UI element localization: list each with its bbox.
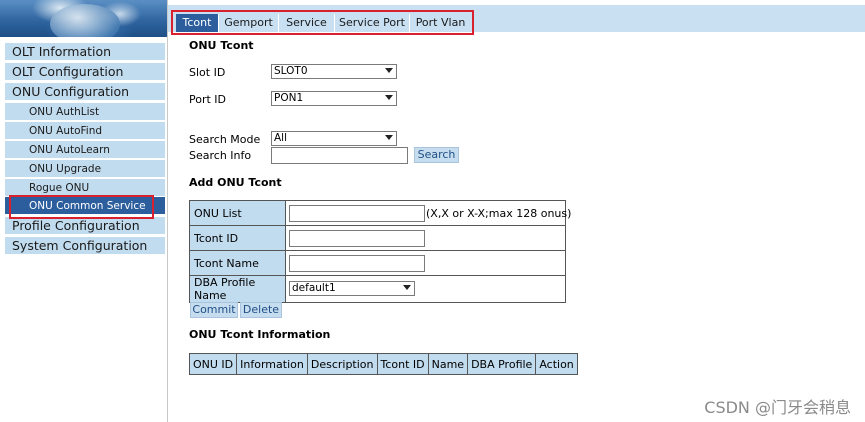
tab-gemport[interactable]: Gemport	[219, 14, 278, 32]
onu-list-input[interactable]	[289, 205, 425, 222]
sidebar-item-profile-configuration[interactable]: Profile Configuration	[5, 217, 165, 235]
dba-profile-value: default1	[292, 282, 336, 294]
tab-port-vlan[interactable]: Port Vlan	[410, 14, 471, 32]
sidebar-item-system-configuration[interactable]: System Configuration	[5, 237, 165, 255]
commit-button[interactable]: Commit	[190, 302, 238, 318]
sidebar-divider	[167, 0, 168, 422]
column-header-dba-profile: DBA Profile	[467, 353, 537, 375]
onu-list-cell: (X,X or X-X;max 128 onus)	[285, 200, 571, 226]
tab-service[interactable]: Service	[279, 14, 334, 32]
column-header-name: Name	[427, 353, 469, 375]
slot-id-value: SLOT0	[274, 65, 308, 77]
port-id-select[interactable]: PON1	[271, 91, 397, 106]
banner-image	[0, 0, 167, 44]
chevron-down-icon	[385, 68, 393, 73]
sidebar-subitem-onu-common-service[interactable]: ONU Common Service	[5, 197, 165, 215]
tab-tcont[interactable]: Tcont	[176, 14, 218, 32]
tcont-id-cell	[285, 225, 566, 251]
form-row: DBA Profile Name default1	[189, 275, 566, 303]
column-header-information: Information	[236, 353, 308, 375]
tcont-name-input[interactable]	[289, 255, 425, 272]
column-header-description: Description	[306, 353, 378, 375]
port-id-label: Port ID	[189, 93, 227, 106]
slot-id-label: Slot ID	[189, 66, 226, 79]
tab-service-port[interactable]: Service Port	[335, 14, 409, 32]
chevron-down-icon	[385, 95, 393, 100]
chevron-down-icon	[403, 285, 411, 290]
port-id-value: PON1	[274, 92, 304, 104]
column-header-tcont-id: Tcont ID	[376, 353, 429, 375]
onu-list-label: ONU List	[189, 200, 286, 226]
add-tcont-form: ONU List (X,X or X-X;max 128 onus) Tcont…	[189, 200, 571, 303]
sidebar-subitem-rogue-onu[interactable]: Rogue ONU	[5, 179, 165, 197]
sidebar-item-olt-configuration[interactable]: OLT Configuration	[5, 63, 165, 81]
search-button[interactable]: Search	[414, 147, 459, 163]
column-header-action: Action	[535, 353, 578, 375]
search-mode-select[interactable]: All	[271, 131, 397, 146]
sidebar-subitem-onu-autofind[interactable]: ONU AutoFind	[5, 122, 165, 140]
table-header-row: ONU ID Information Description Tcont ID …	[188, 353, 578, 375]
sidebar-subitem-onu-autolearn[interactable]: ONU AutoLearn	[5, 141, 165, 159]
tcont-info-table: ONU ID Information Description Tcont ID …	[188, 353, 578, 375]
search-mode-value: All	[274, 132, 288, 144]
onu-tcont-heading: ONU Tcont	[189, 39, 254, 52]
sidebar-subitem-onu-upgrade[interactable]: ONU Upgrade	[5, 160, 165, 178]
dba-profile-name-label: DBA Profile Name	[189, 275, 286, 303]
form-row: ONU List (X,X or X-X;max 128 onus)	[189, 200, 571, 226]
add-onu-tcont-heading: Add ONU Tcont	[189, 176, 282, 189]
dba-profile-select[interactable]: default1	[289, 281, 415, 296]
watermark-text: CSDN @门牙会稍息	[704, 398, 851, 417]
onu-list-hint: (X,X or X-X;max 128 onus)	[426, 207, 572, 220]
tcont-id-label: Tcont ID	[189, 225, 286, 251]
form-row: Tcont ID	[189, 225, 566, 251]
onu-tcont-information-heading: ONU Tcont Information	[189, 328, 331, 341]
tcont-id-input[interactable]	[289, 230, 425, 247]
delete-button[interactable]: Delete	[240, 302, 282, 318]
tcont-name-label: Tcont Name	[189, 250, 286, 276]
search-mode-label: Search Mode	[189, 133, 261, 146]
sidebar-subitem-onu-authlist[interactable]: ONU AuthList	[5, 103, 165, 121]
slot-id-select[interactable]: SLOT0	[271, 64, 397, 79]
chevron-down-icon	[385, 135, 393, 140]
form-row: Tcont Name	[189, 250, 566, 276]
column-header-onu-id: ONU ID	[188, 353, 238, 375]
tcont-name-cell	[285, 250, 566, 276]
sidebar-item-olt-information[interactable]: OLT Information	[5, 43, 165, 61]
search-info-label: Search Info	[189, 149, 252, 162]
search-info-input[interactable]	[271, 147, 408, 164]
sidebar-item-onu-configuration[interactable]: ONU Configuration	[5, 83, 165, 101]
dba-profile-cell: default1	[285, 275, 566, 303]
